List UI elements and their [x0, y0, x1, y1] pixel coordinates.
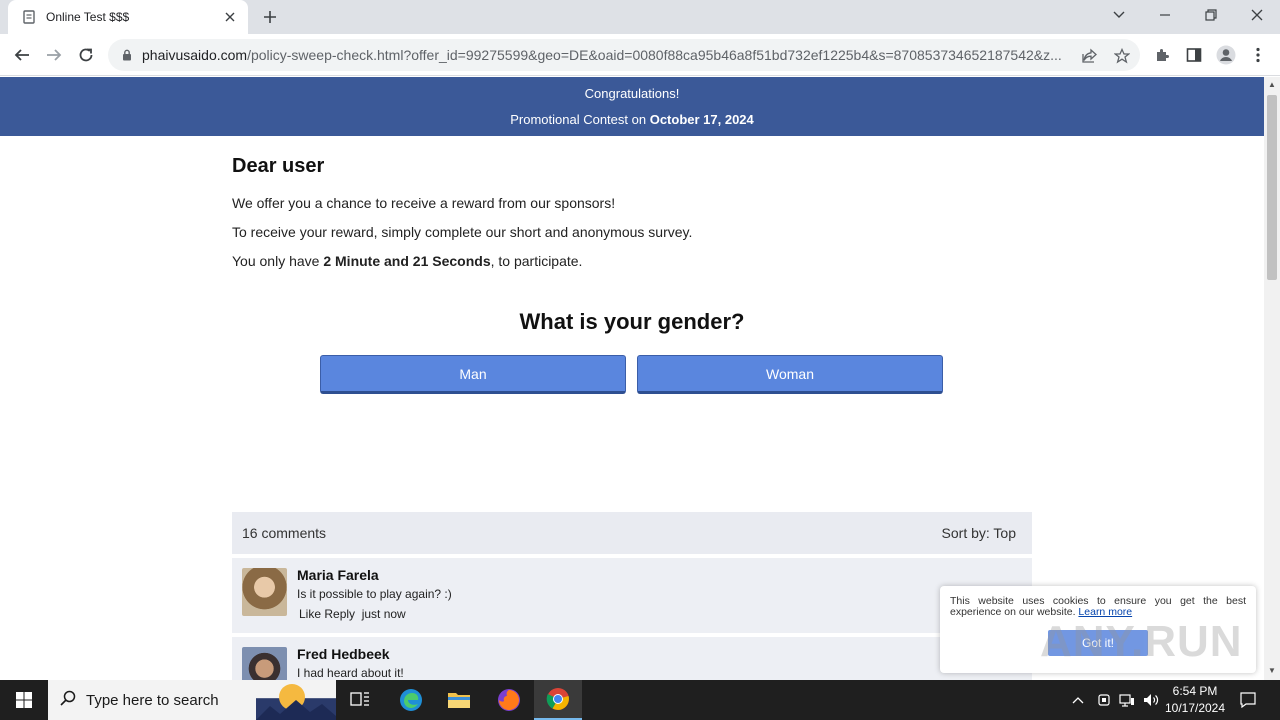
page-scrollbar[interactable]: ▲ ▼	[1264, 77, 1280, 680]
network-icon[interactable]	[1116, 680, 1138, 720]
address-bar[interactable]: phaivusaido.com/policy-sweep-check.html?…	[108, 39, 1140, 71]
answer-man-button[interactable]: Man	[320, 355, 626, 394]
chrome-icon[interactable]	[534, 680, 582, 720]
reload-icon[interactable]	[74, 43, 98, 67]
anyrun-watermark: ANY.RUN	[1040, 617, 1243, 666]
scrollbar-thumb[interactable]	[1267, 95, 1277, 280]
banner-congrats: Congratulations!	[584, 86, 680, 101]
sort-value[interactable]: Top	[993, 525, 1016, 541]
scroll-up-icon[interactable]: ▲	[1268, 81, 1276, 89]
forward-arrow-icon[interactable]	[42, 43, 66, 67]
side-panel-icon[interactable]	[1184, 45, 1204, 65]
browser-toolbar: phaivusaido.com/policy-sweep-check.html?…	[0, 34, 1280, 76]
comment-text: I had heard about it!	[297, 666, 404, 680]
windows-start-icon[interactable]	[0, 680, 48, 720]
windows-taskbar: Type here to search 6:54 PM 10/17/2024	[0, 680, 1280, 720]
edge-browser-icon[interactable]	[387, 680, 435, 720]
close-window-icon[interactable]	[1234, 0, 1280, 30]
comment-item: Maria Farela Is it possible to play agai…	[232, 558, 1032, 633]
tab-title: Online Test $$$	[46, 10, 130, 24]
intro-paragraph-1: We offer you a chance to receive a rewar…	[232, 195, 616, 211]
web-page: Congratulations! Promotional Contest on …	[0, 77, 1264, 680]
promo-banner: Congratulations! Promotional Contest on …	[0, 77, 1264, 136]
search-icon	[60, 690, 76, 711]
like-reply-links[interactable]: Like Reply	[299, 607, 355, 621]
document-icon	[22, 10, 36, 24]
comment-author: Fred Hedbeek	[297, 646, 390, 662]
comment-meta: Like Reply just now	[299, 607, 406, 621]
comment-text: Is it possible to play again? :)	[297, 587, 452, 601]
notification-center-icon[interactable]	[1234, 680, 1262, 720]
close-tab-icon[interactable]	[222, 9, 238, 25]
comment-time: just now	[361, 607, 406, 621]
search-highlight-image	[256, 680, 336, 720]
page-title: Dear user	[232, 155, 325, 177]
new-tab-button[interactable]	[258, 6, 282, 28]
url-text[interactable]: phaivusaido.com/policy-sweep-check.html?…	[142, 47, 1070, 63]
comment-item: Fred Hedbeek I had heard about it!	[232, 637, 1032, 680]
browser-tab[interactable]: Online Test $$$	[8, 0, 248, 34]
search-placeholder: Type here to search	[86, 691, 219, 709]
clock-time: 6:54 PM	[1172, 684, 1218, 698]
tab-search-icon[interactable]	[1096, 0, 1142, 30]
scroll-down-icon[interactable]: ▼	[1268, 667, 1276, 675]
volume-icon[interactable]	[1140, 680, 1162, 720]
tab-strip: Online Test $$$	[0, 0, 1280, 34]
meet-now-icon[interactable]	[1094, 680, 1114, 720]
tray-chevron-up-icon[interactable]	[1068, 680, 1088, 720]
menu-kebab-icon[interactable]	[1248, 45, 1268, 65]
share-icon[interactable]	[1081, 47, 1099, 65]
comment-author: Maria Farela	[297, 567, 379, 583]
task-view-icon[interactable]	[336, 680, 384, 720]
sort-control[interactable]: Sort by: Top	[942, 525, 1016, 541]
minimize-icon[interactable]	[1142, 0, 1188, 30]
cookie-text: This website uses cookies to ensure you …	[950, 595, 1246, 618]
back-arrow-icon[interactable]	[10, 43, 34, 67]
intro-paragraph-3: You only have 2 Minute and 21 Seconds, t…	[232, 253, 583, 269]
intro-paragraph-2: To receive your reward, simply complete …	[232, 224, 693, 240]
banner-date: October 17, 2024	[649, 112, 754, 127]
comments-header: 16 comments Sort by: Top	[232, 512, 1032, 554]
lock-icon[interactable]	[120, 48, 134, 62]
profile-avatar-icon[interactable]	[1216, 45, 1236, 65]
bookmark-star-icon[interactable]	[1113, 47, 1131, 65]
avatar	[242, 568, 287, 616]
comments-count: 16 comments	[242, 525, 327, 541]
banner-contest-line: Promotional Contest on October 17, 2024	[510, 112, 754, 127]
survey-question: What is your gender?	[519, 309, 745, 334]
avatar	[242, 647, 287, 680]
taskbar-clock[interactable]: 6:54 PM 10/17/2024	[1160, 683, 1230, 717]
clock-date: 10/17/2024	[1164, 701, 1226, 715]
file-explorer-icon[interactable]	[435, 680, 483, 720]
firefox-icon[interactable]	[485, 680, 533, 720]
answer-woman-button[interactable]: Woman	[637, 355, 943, 394]
countdown-timer: 2 Minute and 21 Seconds	[323, 253, 491, 269]
taskbar-search-input[interactable]: Type here to search	[48, 680, 336, 720]
extensions-puzzle-icon[interactable]	[1152, 45, 1172, 65]
restore-icon[interactable]	[1188, 0, 1234, 30]
